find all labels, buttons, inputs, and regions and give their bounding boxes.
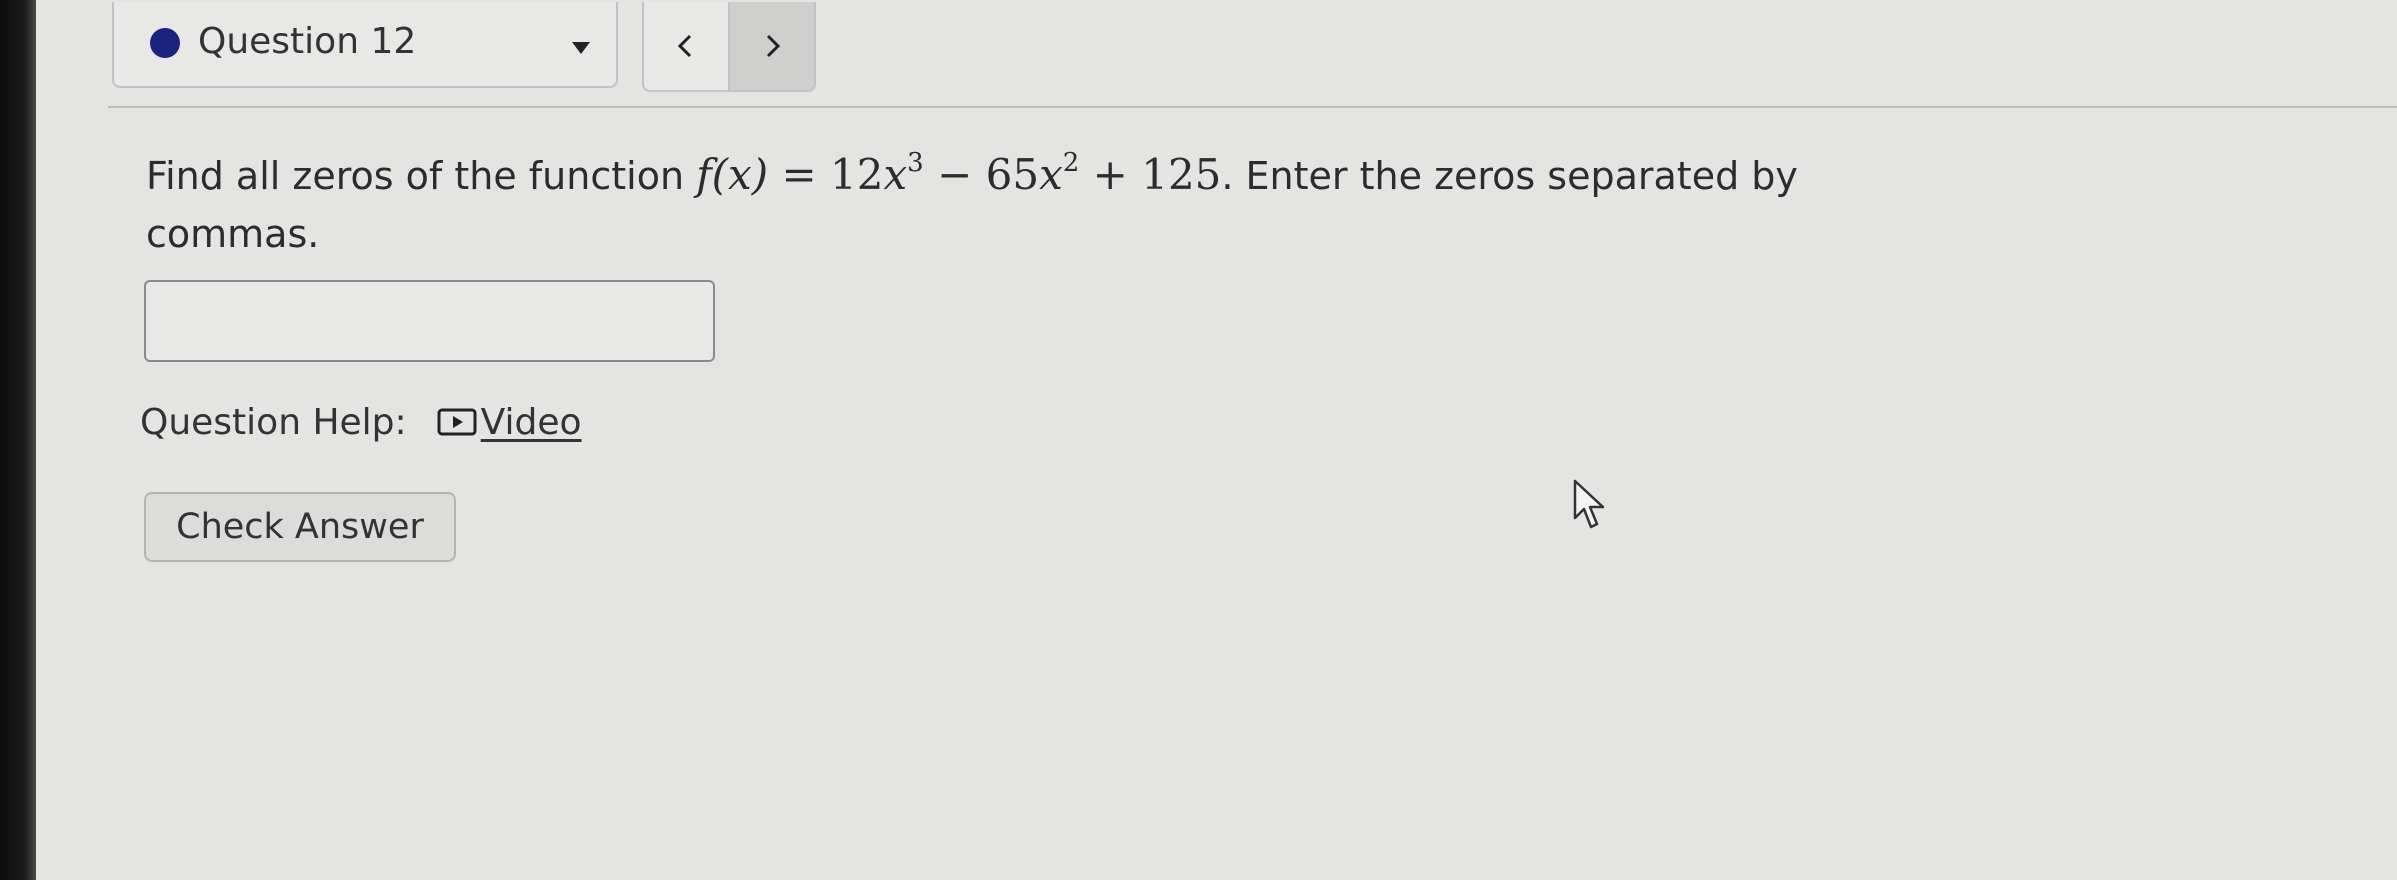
mouse-cursor-icon bbox=[1573, 479, 1605, 529]
play-icon[interactable] bbox=[437, 407, 477, 437]
chevron-right-icon bbox=[766, 34, 781, 58]
check-answer-button[interactable]: Check Answer bbox=[144, 492, 456, 562]
next-question-button[interactable] bbox=[729, 2, 816, 92]
question-help-label: Question Help: bbox=[140, 401, 407, 443]
question-label: Question 12 bbox=[198, 21, 417, 62]
previous-question-button[interactable] bbox=[642, 2, 729, 92]
function-expression: f(x) = 12x3 − 65x2 + 125 bbox=[696, 148, 1222, 199]
prompt-text-before: Find all zeros of the function bbox=[146, 154, 697, 198]
screen-bezel bbox=[0, 0, 36, 880]
question-nav bbox=[642, 2, 816, 92]
answer-input[interactable] bbox=[144, 280, 715, 362]
chevron-left-icon bbox=[677, 34, 692, 58]
header-divider bbox=[108, 106, 2397, 108]
question-help: Question Help: Video bbox=[140, 397, 582, 447]
caret-down-icon[interactable] bbox=[572, 42, 590, 54]
question-prompt: Find all zeros of the function f(x) = 12… bbox=[146, 146, 1946, 263]
status-dot-icon bbox=[150, 28, 180, 58]
question-selector[interactable]: Question 12 bbox=[112, 2, 618, 88]
video-link[interactable]: Video bbox=[481, 402, 582, 443]
